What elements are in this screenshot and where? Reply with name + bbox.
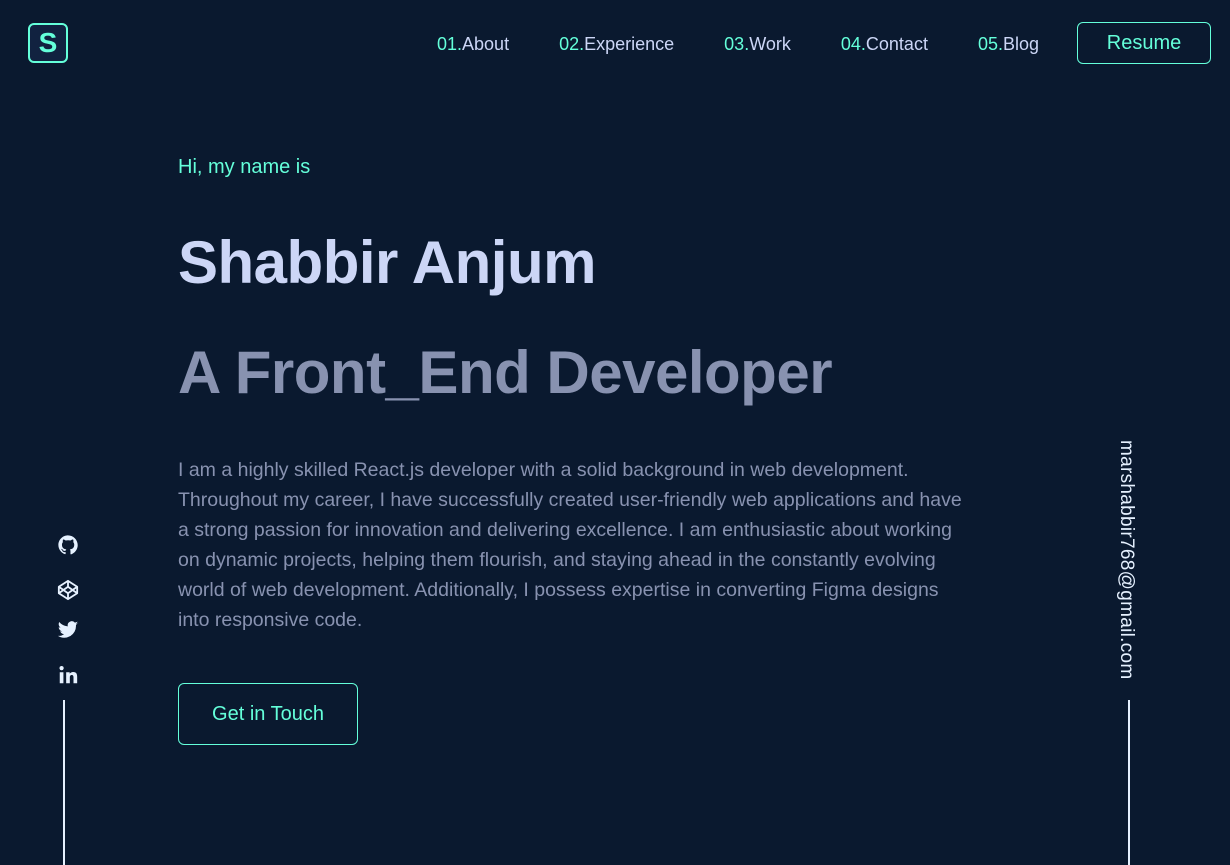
nav-number: 01. bbox=[437, 34, 463, 54]
nav-label: About bbox=[462, 34, 510, 54]
nav-item-about[interactable]: 01.About bbox=[437, 34, 509, 55]
nav-number: 05. bbox=[977, 34, 1003, 54]
main-nav: 01.About 02.Experience 03.Work 04.Contac… bbox=[437, 34, 1089, 55]
hero-name: Shabbir Anjum bbox=[178, 229, 596, 296]
nav-label: Experience bbox=[584, 34, 675, 54]
linkedin-icon[interactable] bbox=[56, 663, 80, 687]
nav-label: Contact bbox=[865, 34, 928, 54]
nav-item-work[interactable]: 03.Work bbox=[724, 34, 791, 55]
nav-number: 04. bbox=[840, 34, 866, 54]
nav-label: Blog bbox=[1002, 34, 1040, 54]
github-icon[interactable] bbox=[56, 533, 80, 557]
nav-item-experience[interactable]: 02.Experience bbox=[559, 34, 674, 55]
codepen-icon[interactable] bbox=[56, 578, 80, 602]
nav-label: Work bbox=[749, 34, 791, 54]
logo-letter: S bbox=[38, 27, 58, 58]
hero-bio: I am a highly skilled React.js developer… bbox=[178, 459, 962, 631]
get-in-touch-button[interactable]: Get in Touch bbox=[178, 683, 358, 745]
logo[interactable]: S bbox=[28, 23, 68, 63]
right-rail-line bbox=[1128, 700, 1130, 865]
nav-item-contact[interactable]: 04.Contact bbox=[841, 34, 928, 55]
email-rail: marshabbir768@gmail.com bbox=[1115, 440, 1143, 690]
hero-role: A Front_End Developer bbox=[178, 339, 833, 406]
left-rail-line bbox=[63, 700, 65, 865]
nav-item-blog[interactable]: 05.Blog bbox=[978, 34, 1039, 55]
email-link[interactable]: marshabbir768@gmail.com bbox=[1115, 440, 1137, 680]
portfolio-page: S 01.About 02.Experience 03.Work 04.Cont… bbox=[0, 0, 1230, 865]
nav-number: 03. bbox=[724, 34, 750, 54]
hero-greeting: Hi, my name is bbox=[178, 156, 311, 178]
resume-button[interactable]: Resume bbox=[1077, 22, 1211, 64]
nav-number: 02. bbox=[559, 34, 585, 54]
twitter-icon[interactable] bbox=[56, 618, 80, 642]
